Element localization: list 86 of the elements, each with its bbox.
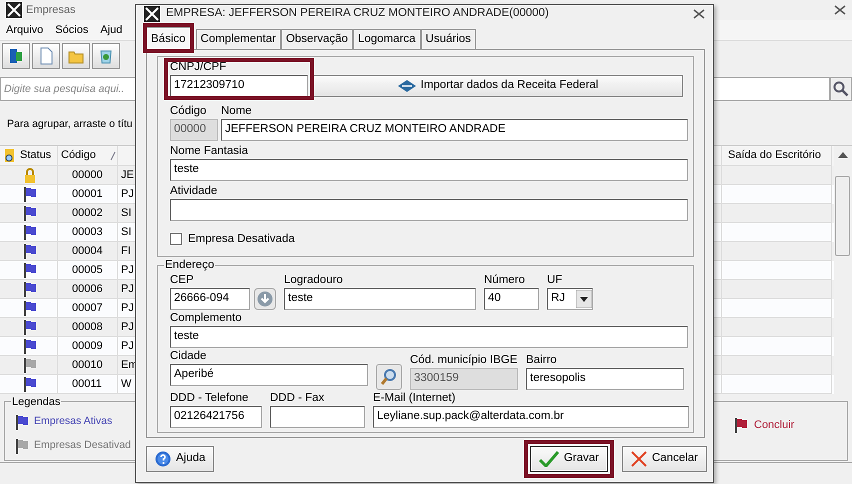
input-field[interactable]: JEFFERSON PEREIRA CRUZ MONTEIRO ANDRADE — [221, 118, 688, 141]
flag-icon — [23, 186, 37, 202]
app-logo — [144, 6, 160, 22]
finish-button[interactable]: Concluir — [733, 416, 796, 434]
scroll-up-icon — [838, 152, 848, 158]
help-icon — [155, 451, 171, 467]
close-icon[interactable] — [834, 5, 846, 15]
flag-icon — [23, 205, 37, 221]
checkbox[interactable]: Empresa Desativada — [170, 230, 683, 248]
sort-icon — [110, 150, 116, 160]
field-label: CNPJ/CPF — [170, 60, 228, 74]
field-label: Atividade — [170, 184, 218, 198]
legend-label: Empresas Ativas — [34, 414, 112, 430]
flag-icon — [23, 376, 37, 392]
input-field[interactable]: 40 — [484, 288, 539, 310]
input-field[interactable]: 17212309710 — [170, 74, 308, 97]
field-label: Cód. município IBGE — [410, 354, 518, 367]
highlight-frame — [143, 22, 194, 53]
search-icon — [3, 148, 17, 164]
field-label: Nome — [221, 104, 253, 118]
search-icon — [833, 81, 849, 97]
check-icon — [538, 451, 559, 467]
tab[interactable]: Complementar — [196, 28, 281, 49]
flag-icon — [23, 224, 37, 240]
search-button[interactable] — [830, 77, 852, 101]
field-label: Bairro — [526, 354, 558, 367]
group-hint: Para agrupar, arraste o títu — [7, 117, 132, 132]
search-icon — [380, 368, 398, 386]
fetch-address-button[interactable] — [254, 288, 276, 310]
app-logo — [6, 2, 22, 18]
field-label: Complemento — [170, 312, 243, 325]
flag-icon — [23, 300, 37, 316]
input-field[interactable]: Aperibé — [170, 364, 368, 386]
scrollbar-thumb[interactable] — [835, 176, 850, 256]
table-cell: 00011 — [58, 375, 118, 394]
menu-item[interactable]: Arquivo — [6, 22, 44, 38]
input-field[interactable]: Leyliane.sup.pack@alterdata.com.br — [373, 406, 689, 428]
menu-item[interactable]: Sócios — [55, 22, 88, 38]
field-label: DDD - Fax — [270, 392, 326, 405]
toolbar-button[interactable] — [62, 43, 90, 69]
dialog-title: EMPRESA: JEFFERSON PEREIRA CRUZ MONTEIRO ANDRADE(00000) — [166, 6, 549, 22]
legend-title: Legendas — [11, 394, 62, 410]
input-field[interactable]: teresopolis — [526, 368, 684, 390]
flag-icon — [23, 281, 37, 297]
column-header[interactable]: Status — [20, 147, 52, 164]
import-icon — [398, 80, 416, 92]
close-icon[interactable] — [693, 8, 705, 19]
tab[interactable]: Usuários — [420, 28, 476, 49]
menu-item[interactable]: Ajud — [100, 22, 122, 38]
button[interactable]: Gravar — [530, 446, 608, 472]
toolbar-button[interactable] — [2, 43, 30, 69]
column-header[interactable]: Código — [61, 147, 96, 164]
group-title: Endereço — [164, 259, 216, 272]
input-field[interactable]: teste — [170, 158, 688, 181]
input-field[interactable]: teste — [284, 288, 476, 310]
field-label: E-Mail (Internet) — [373, 392, 456, 405]
flag-icon — [23, 357, 37, 373]
exit-icon — [7, 47, 25, 65]
tab[interactable]: Logomarca — [352, 28, 421, 49]
input-field[interactable]: 02126421756 — [170, 406, 262, 428]
field-label: Nome Fantasia — [170, 144, 249, 158]
window-title: Empresas — [26, 2, 76, 18]
flag-icon — [23, 338, 37, 354]
button[interactable]: Ajuda — [146, 446, 214, 472]
lock-icon — [24, 168, 36, 182]
flag-icon — [734, 417, 748, 434]
flag-icon — [23, 243, 37, 259]
flag-icon — [23, 262, 37, 278]
import-button[interactable]: Importar dados da Receita Federal — [313, 74, 683, 97]
input-field[interactable]: 26666-094 — [170, 288, 250, 310]
dropdown[interactable]: RJ — [547, 288, 593, 310]
dropdown-arrow-icon — [576, 290, 592, 308]
tab[interactable]: Observação — [280, 28, 353, 49]
toolbar-button[interactable] — [32, 43, 60, 69]
legend-label: Empresas Desativad — [34, 438, 131, 454]
search-button[interactable] — [376, 364, 402, 390]
flag-icon — [23, 319, 37, 335]
button[interactable]: Cancelar — [622, 446, 707, 472]
close-icon — [630, 451, 647, 467]
field-label: Código — [170, 104, 208, 118]
tab[interactable]: Básico — [146, 26, 191, 49]
toolbar-button[interactable] — [92, 43, 120, 69]
input-field[interactable] — [170, 198, 688, 221]
input-field[interactable]: teste — [170, 326, 688, 348]
field-label: DDD - Telefone — [170, 392, 250, 405]
input-field[interactable] — [270, 406, 365, 428]
